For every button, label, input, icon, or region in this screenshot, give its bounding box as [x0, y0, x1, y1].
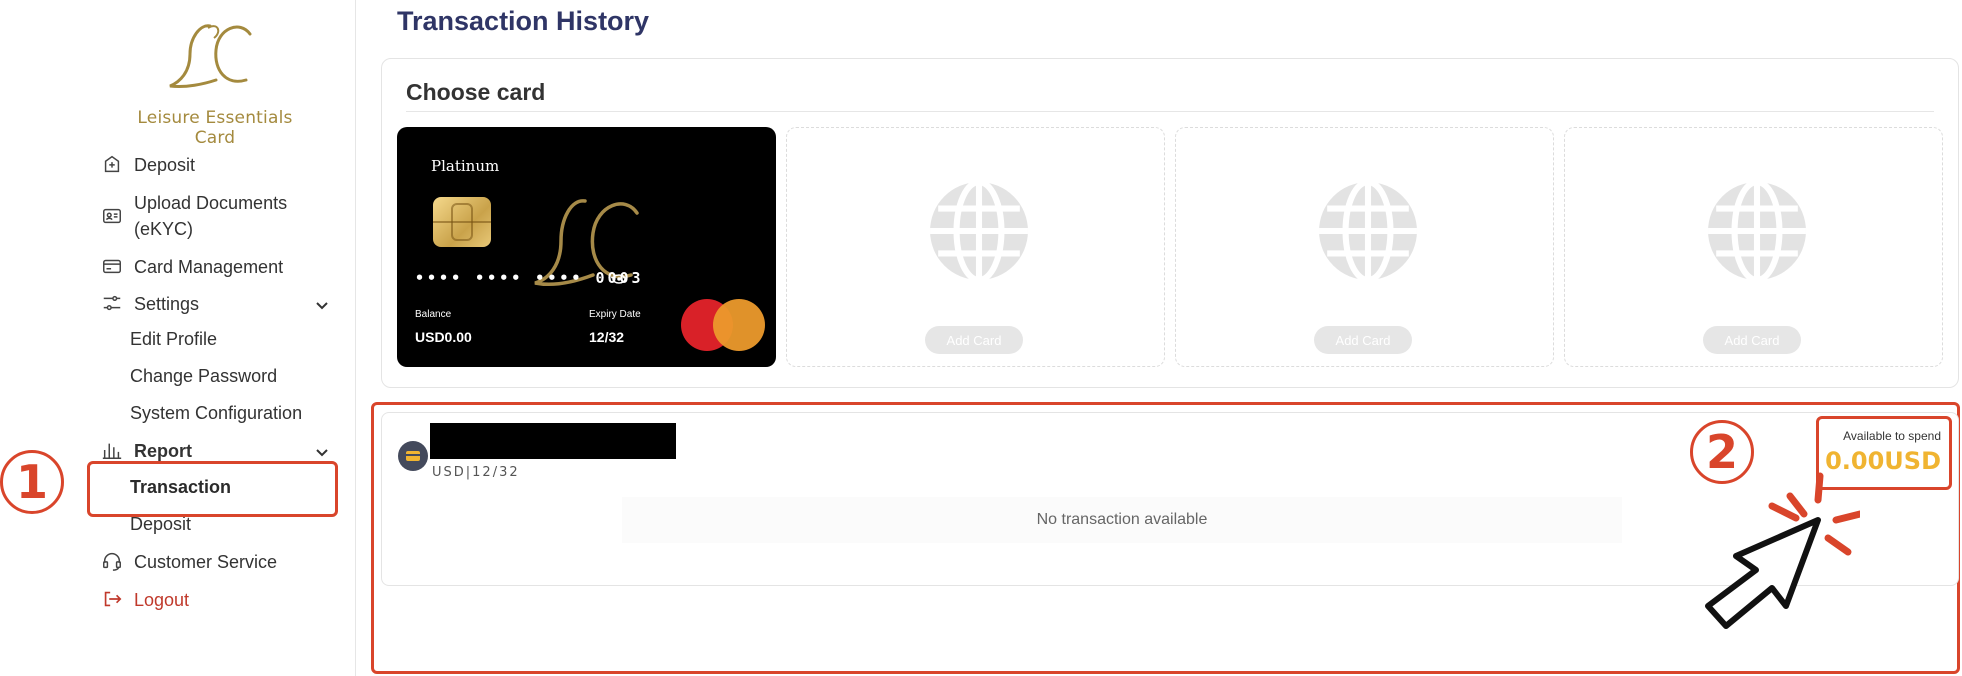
page-title: Transaction History: [397, 6, 650, 36]
brand-name: Leisure Essentials Card: [137, 108, 293, 148]
add-card-button[interactable]: Add Card: [1314, 326, 1412, 354]
bar-chart-icon: [100, 438, 124, 462]
deposit-icon: [100, 152, 124, 176]
click-pointer-icon: [1705, 472, 1860, 629]
choose-card-title: Choose card: [406, 79, 546, 105]
card-icon: [100, 254, 124, 278]
card-tier: Platinum: [431, 157, 500, 175]
sidebar-item-logout[interactable]: Logout: [100, 587, 189, 613]
redacted-card-holder: [430, 423, 676, 459]
mastercard-logo-icon: [681, 299, 765, 351]
sidebar-item-label: Logout: [134, 590, 190, 610]
annotation-step-1: 1: [0, 450, 64, 514]
card-slot-empty: Add Card: [1564, 127, 1943, 367]
globe-icon: [930, 180, 1028, 282]
globe-icon: [1708, 180, 1806, 282]
card-slot-empty: Add Card: [786, 127, 1165, 367]
logout-icon: [100, 587, 124, 611]
sidebar-subitem-system-configuration[interactable]: System Configuration: [130, 403, 302, 424]
brand-logo[interactable]: Leisure Essentials Card: [120, 14, 310, 148]
card-number: •••• •••• •••• 0003: [415, 269, 644, 287]
sidebar-item-upload-documents[interactable]: Upload Documents (eKYC): [100, 190, 300, 242]
sidebar: Leisure Essentials Card Deposit Upload D…: [0, 0, 356, 676]
sidebar-item-label: Card Management: [134, 257, 284, 277]
empty-state-text: No transaction available: [1036, 511, 1208, 528]
id-card-icon: [100, 204, 124, 228]
chip-icon: [433, 197, 491, 247]
sliders-icon: [100, 291, 124, 315]
sidebar-item-card-management[interactable]: Card Management: [100, 254, 283, 280]
sidebar-item-deposit[interactable]: Deposit: [100, 152, 195, 178]
divider: [406, 111, 1934, 112]
sidebar-item-label: Deposit: [134, 155, 196, 175]
balance-label: Balance: [415, 309, 452, 320]
sidebar-subitem-deposit[interactable]: Deposit: [130, 514, 191, 535]
expiry-label: Expiry Date: [589, 309, 641, 320]
sidebar-item-label: Customer Service: [134, 552, 278, 572]
chevron-down-icon[interactable]: [312, 442, 332, 462]
lc-monogram-icon: [169, 24, 252, 88]
card-slot-empty: Add Card: [1175, 127, 1554, 367]
sidebar-item-customer-service[interactable]: Customer Service: [100, 549, 277, 575]
spend-label: Available to spend: [1843, 429, 1941, 443]
globe-icon: [1319, 180, 1417, 282]
eye-icon[interactable]: [611, 271, 627, 287]
sidebar-subitem-change-password[interactable]: Change Password: [130, 366, 277, 387]
headset-icon: [100, 549, 124, 573]
card-meta: USD|12/32: [432, 465, 520, 480]
balance-value: USD0.00: [415, 329, 472, 345]
empty-state: No transaction available: [622, 497, 1622, 543]
annotation-highlight-transaction: [87, 461, 338, 517]
expiry-value: 12/32: [589, 329, 625, 345]
card-avatar-icon: [398, 441, 428, 471]
choose-card-panel: Choose card Platinum •••• •••• •••• 0003…: [381, 58, 1959, 388]
chevron-down-icon[interactable]: [312, 295, 332, 315]
sidebar-subitem-edit-profile[interactable]: Edit Profile: [130, 329, 217, 350]
sidebar-item-label: Settings: [134, 294, 200, 314]
card-platinum[interactable]: Platinum •••• •••• •••• 0003 Balance USD…: [397, 127, 776, 367]
sidebar-item-label: Upload Documents (eKYC): [134, 193, 288, 239]
add-card-button[interactable]: Add Card: [1703, 326, 1801, 354]
sidebar-item-settings[interactable]: Settings: [100, 291, 199, 317]
add-card-button[interactable]: Add Card: [925, 326, 1023, 354]
